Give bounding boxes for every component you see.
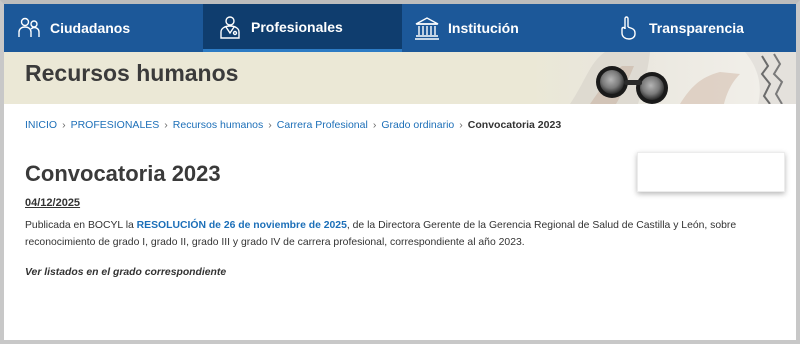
breadcrumb-separator: › <box>164 119 168 131</box>
hand-icon <box>621 16 636 40</box>
nav-label: Transparencia <box>649 20 744 36</box>
nav-item-profesionales[interactable]: Profesionales <box>203 4 402 52</box>
nav-label: Ciudadanos <box>50 20 131 36</box>
nav-item-transparencia[interactable]: Transparencia <box>601 4 796 52</box>
doctor-icon <box>220 15 240 39</box>
breadcrumb: INICIO › PROFESIONALES › Recursos humanos › Ca… <box>25 119 561 131</box>
building-icon <box>415 17 439 40</box>
section-title: Recursos humanos <box>25 60 239 86</box>
nav-label: Profesionales <box>251 18 343 35</box>
main-nav: Ciudadanos Profesionales Institución Tra… <box>4 4 796 52</box>
browser-frame: Ciudadanos Profesionales Institución Tra… <box>0 0 800 344</box>
resolution-link[interactable]: RESOLUCIÓN de 26 de noviembre de 2025 <box>137 220 347 231</box>
nav-item-ciudadanos[interactable]: Ciudadanos <box>4 4 203 52</box>
nav-label: Institución <box>448 20 519 36</box>
breadcrumb-link-recursos-humanos[interactable]: Recursos humanos <box>173 119 263 131</box>
section-banner: Recursos humanos <box>4 52 796 104</box>
people-icon <box>18 17 40 37</box>
breadcrumb-link-inicio[interactable]: INICIO <box>25 119 57 131</box>
breadcrumb-link-profesionales[interactable]: PROFESIONALES <box>71 119 160 131</box>
side-panel <box>637 152 785 192</box>
breadcrumb-separator: › <box>62 119 66 131</box>
article-paragraph: Publicada en BOCYL la RESOLUCIÓN de 26 d… <box>25 217 785 251</box>
publish-date: 04/12/2025 <box>25 197 81 209</box>
breadcrumb-link-carrera-profesional[interactable]: Carrera Profesional <box>277 119 368 131</box>
banner-stethoscope-image <box>530 52 796 104</box>
breadcrumb-separator: › <box>372 119 377 131</box>
breadcrumb-link-grado-ordinario[interactable]: Grado ordinario <box>381 119 454 131</box>
breadcrumb-separator: › <box>268 119 272 131</box>
breadcrumb-current: Convocatoria 2023 <box>467 119 562 131</box>
listings-note: Ver listados en el grado correspondiente <box>25 267 227 278</box>
page-title: Convocatoria 2023 <box>25 161 221 186</box>
paragraph-text-start: Publicada en BOCYL la <box>25 220 137 231</box>
nav-item-institucion[interactable]: Institución <box>402 4 601 52</box>
breadcrumb-separator: › <box>459 119 463 131</box>
